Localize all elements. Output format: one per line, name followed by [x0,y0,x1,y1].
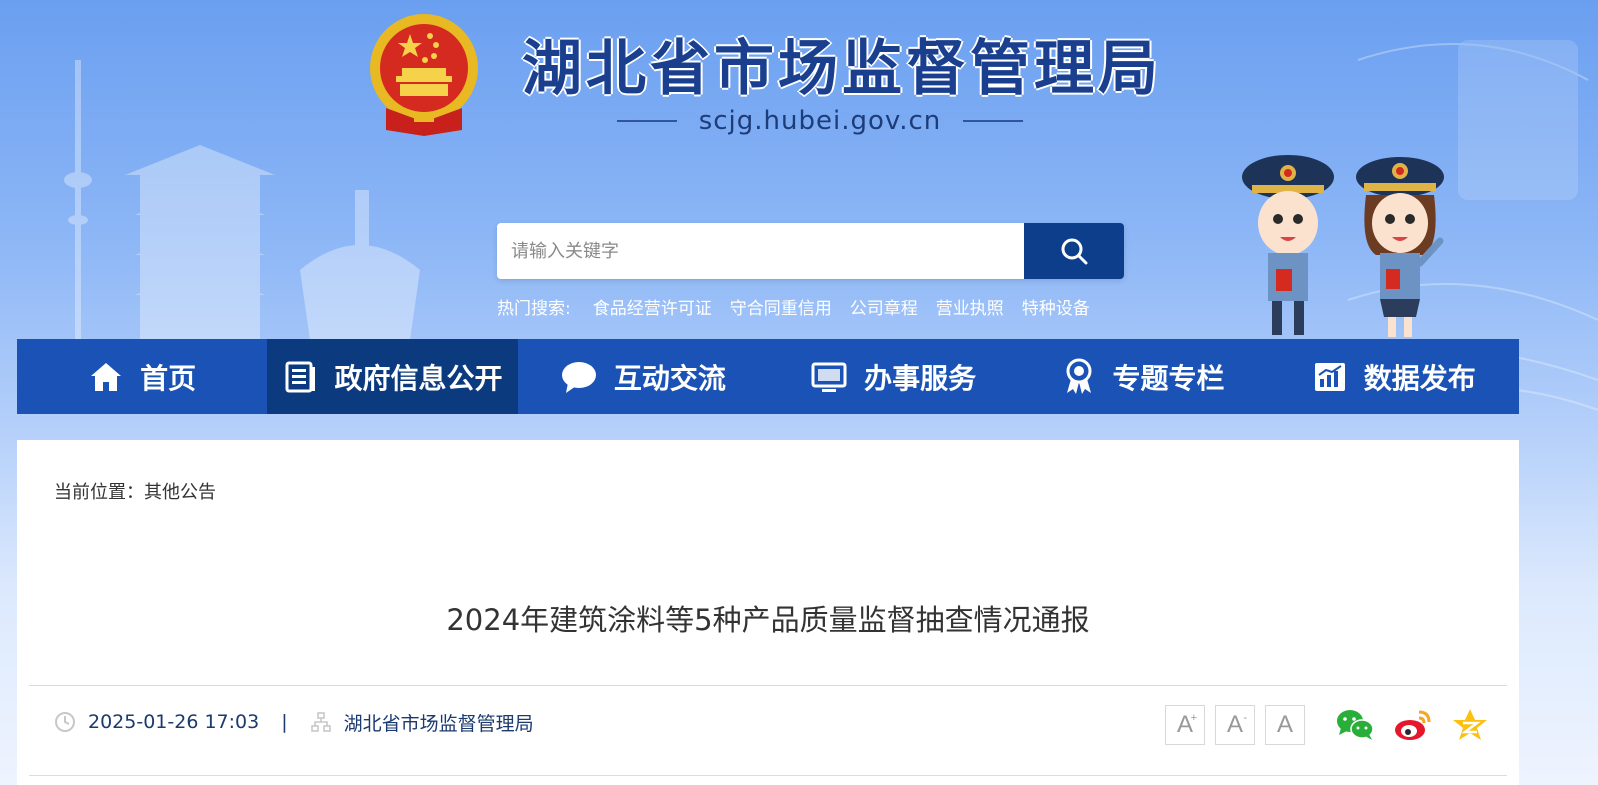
share-weibo[interactable] [1393,708,1433,742]
hot-search-term[interactable]: 特种设备 [1022,294,1090,319]
organization-icon [310,712,331,732]
share-buttons [1335,707,1489,743]
national-emblem-logo [370,14,478,136]
nav-item-gov-info[interactable]: 政府信息公开 [267,339,518,414]
wechat-icon [1337,710,1374,740]
clock-icon [55,712,75,732]
nav-item-label: 政府信息公开 [334,361,503,395]
domain-right-line [963,120,1024,122]
search-bar [497,223,1124,279]
font-increase-button[interactable]: A + [1165,705,1205,745]
hot-search: 热门搜索: 食品经营许可证 守合同重信用 公司章程 营业执照 特种设备 [497,294,1090,319]
main-navigation: 首页 政府信息公开 互动交流 办事服务 专题专栏 数据发布 [17,339,1519,414]
qzone-icon [1453,709,1487,740]
site-title: 湖北省市场监督管理局 [522,34,1162,104]
font-decrease-label: A [1226,711,1243,738]
hot-search-term[interactable]: 公司章程 [850,294,918,319]
male-mascot [1242,155,1334,335]
hot-search-term[interactable]: 营业执照 [936,294,1004,319]
bar-chart-icon [1314,362,1345,391]
font-decrease-button[interactable]: A- [1215,705,1255,745]
breadcrumb: 当前位置：其他公告 [54,482,216,503]
nav-item-label: 互动交流 [613,361,726,395]
nav-item-label: 数据发布 [1363,361,1476,395]
divider [29,685,1507,686]
article-tools: A + A- A [1165,705,1489,745]
hot-search-term[interactable]: 守合同重信用 [730,294,832,319]
nav-item-data[interactable]: 数据发布 [1269,339,1519,414]
divider [29,775,1507,776]
hot-search-term[interactable]: 食品经营许可证 [593,294,712,319]
document-list-icon [285,361,316,392]
site-domain: scjg.hubei.gov.cn [600,106,1040,136]
search-icon [1061,238,1088,265]
article-title: 2024年建筑涂料等5种产品质量监督抽查情况通报 [446,603,1090,637]
nav-item-label: 办事服务 [864,361,977,395]
share-qzone[interactable] [1451,707,1489,743]
nav-item-label: 首页 [140,361,197,395]
award-ribbon-icon [1066,358,1092,394]
site-domain-text: scjg.hubei.gov.cn [698,106,942,136]
domain-left-line [616,120,677,122]
meta-separator: | [281,711,288,733]
nav-item-home[interactable]: 首页 [17,339,267,414]
home-icon [91,362,122,391]
nav-item-label: 专题专栏 [1112,361,1225,395]
hot-search-label: 热门搜索: [497,299,571,319]
chat-bubble-icon [561,361,596,393]
nav-item-services[interactable]: 办事服务 [768,339,1018,414]
publish-date: 2025-01-26 17:03 [88,711,260,733]
article-meta: 2025-01-26 17:03 | 湖北省市场监督管理局 [54,703,534,741]
search-button[interactable] [1024,223,1124,279]
nav-item-interaction[interactable]: 互动交流 [518,339,768,414]
share-wechat[interactable] [1335,708,1375,742]
font-reset-label: A [1276,711,1293,738]
nav-item-topics[interactable]: 专题专栏 [1018,339,1268,414]
search-input[interactable] [497,223,1024,279]
female-mascot [1356,157,1444,337]
mascot-illustration [1242,155,1444,337]
font-reset-button[interactable]: A [1265,705,1305,745]
article-source: 湖北省市场监督管理局 [343,712,534,735]
monitor-icon [811,362,847,392]
article-container: 当前位置：其他公告 2024年建筑涂料等5种产品质量监督抽查情况通报 2025-… [17,440,1519,785]
weibo-icon [1395,710,1431,740]
